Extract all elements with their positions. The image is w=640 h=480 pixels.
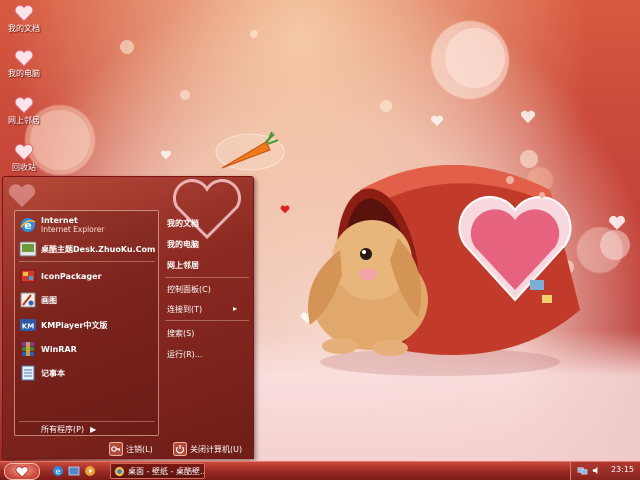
menu-separator: [19, 261, 155, 262]
start-menu-footer: 注销(L) 关闭计算机(U): [3, 439, 253, 459]
start-button[interactable]: [4, 463, 40, 480]
notepad-icon: [21, 365, 35, 381]
taskbar-button-label: 桌面 - 壁纸 - 桌酷壁...: [128, 466, 205, 476]
paint-icon: [20, 292, 36, 308]
bokeh-light: [380, 100, 392, 112]
bokeh-light: [180, 90, 190, 100]
heart-bokeh-icon: [430, 115, 444, 127]
carrot-icon: [215, 131, 285, 171]
menu-item-title: IconPackager: [41, 271, 102, 281]
desktop-icon-my-computer[interactable]: 我的电脑: [2, 48, 46, 79]
menu-item-internet[interactable]: e Internet Internet Explorer: [19, 214, 104, 236]
bokeh-light: [600, 230, 630, 260]
iconpackager-icon: [20, 269, 36, 283]
desktop-icon-network[interactable]: 网上邻居: [2, 95, 46, 126]
heart-icon: [14, 143, 34, 161]
menu-item-title: KMPlayer中文版: [41, 320, 108, 330]
media-player-icon[interactable]: [84, 465, 96, 477]
clock[interactable]: 23:15: [611, 465, 634, 474]
shutdown-label: 关闭计算机(U): [190, 444, 243, 454]
menu-item-search[interactable]: 搜索(S): [167, 328, 194, 339]
taskbar-button-window[interactable]: 桌面 - 壁纸 - 桌酷壁...: [110, 463, 205, 479]
kmplayer-icon: KM: [20, 319, 36, 331]
menu-item-kmplayer[interactable]: KM KMPlayer中文版: [19, 314, 108, 336]
theme-icon: [19, 241, 37, 257]
internet-explorer-icon: e: [20, 218, 36, 232]
bokeh-light: [250, 30, 258, 38]
desktop-icon-my-documents[interactable]: 我的文档: [2, 3, 46, 34]
menu-item-notepad[interactable]: 记事本: [19, 362, 65, 384]
power-icon: [173, 442, 187, 456]
menu-item-title: Internet: [41, 216, 78, 225]
logoff-button[interactable]: 注销(L): [109, 441, 153, 457]
menu-separator: [165, 320, 249, 321]
svg-text:KM: KM: [22, 323, 34, 331]
menu-item-my-computer[interactable]: 我的电脑: [167, 239, 199, 250]
heart-icon: [14, 96, 34, 114]
shutdown-button[interactable]: 关闭计算机(U): [173, 441, 242, 457]
bokeh-light: [445, 28, 505, 88]
bokeh-light: [120, 40, 134, 54]
menu-item-iconpackager[interactable]: IconPackager: [19, 265, 102, 287]
browser-icon: [114, 466, 125, 476]
bunny-in-pot-illustration: [308, 165, 580, 376]
heart-icon: [14, 4, 34, 22]
menu-separator: [19, 421, 155, 422]
menu-item-my-documents[interactable]: 我的文档: [167, 218, 199, 229]
menu-item-title: 桌酷主题Desk.ZhuoKu.Com: [41, 244, 156, 254]
menu-item-label: 连接到(T): [167, 305, 203, 314]
menu-item-zhuoku-theme[interactable]: 桌酷主题Desk.ZhuoKu.Com: [19, 238, 155, 260]
system-tray: 23:15: [570, 462, 640, 480]
all-programs-label: 所有程序(P): [41, 425, 85, 434]
arrow-right-icon: ▸: [233, 304, 238, 313]
menu-item-title: 记事本: [41, 368, 65, 378]
taskbar: e 桌面 - 壁纸 - 桌酷壁... 23:15: [0, 461, 640, 480]
heart-bokeh-icon: [609, 215, 625, 230]
winrar-icon: [22, 342, 34, 356]
desktop-icon-label: 我的文档: [8, 24, 40, 33]
menu-separator: [165, 277, 249, 278]
start-menu: e Internet Internet Explorer 桌酷主题Desk.Zh…: [2, 176, 254, 459]
menu-item-title: 画图: [41, 295, 57, 305]
show-desktop-icon[interactable]: [68, 465, 80, 477]
heart-bokeh-icon: [160, 150, 172, 160]
all-programs-button[interactable]: 所有程序(P) ▶: [41, 424, 96, 435]
desktop-icon-recycle-bin[interactable]: 回收站: [2, 142, 46, 173]
start-menu-places-pane: 我的文档 我的电脑 网上邻居 控制面板(C) 连接到(T) ▸ 搜索(S) 运行…: [161, 210, 253, 436]
menu-item-connect-to[interactable]: 连接到(T) ▸: [167, 304, 253, 315]
menu-item-network[interactable]: 网上邻居: [167, 260, 199, 271]
desktop-icon-label: 网上邻居: [8, 116, 40, 125]
heart-decoration-icon: [8, 184, 36, 208]
start-menu-programs-pane: e Internet Internet Explorer 桌酷主题Desk.Zh…: [14, 210, 159, 436]
network-icon[interactable]: [577, 465, 588, 476]
desktop-icon-label: 我的电脑: [8, 69, 40, 78]
menu-item-winrar[interactable]: WinRAR: [19, 338, 77, 360]
desktop-icon-label: 回收站: [12, 163, 36, 172]
arrow-right-icon: ▶: [90, 425, 97, 434]
key-icon: [109, 442, 123, 456]
heart-bokeh-icon: [520, 110, 536, 123]
heart-icon: [14, 49, 34, 67]
menu-item-paint[interactable]: 画图: [19, 289, 57, 311]
volume-icon[interactable]: [591, 465, 602, 476]
internet-explorer-icon[interactable]: e: [52, 465, 64, 477]
menu-item-control-panel[interactable]: 控制面板(C): [167, 284, 211, 295]
menu-item-run[interactable]: 运行(R)...: [167, 349, 202, 360]
menu-item-subtitle: Internet Explorer: [41, 225, 105, 234]
menu-item-title: WinRAR: [41, 344, 77, 354]
svg-text:e: e: [56, 467, 61, 476]
logoff-label: 注销(L): [126, 444, 153, 454]
heart-icon: [15, 465, 29, 478]
